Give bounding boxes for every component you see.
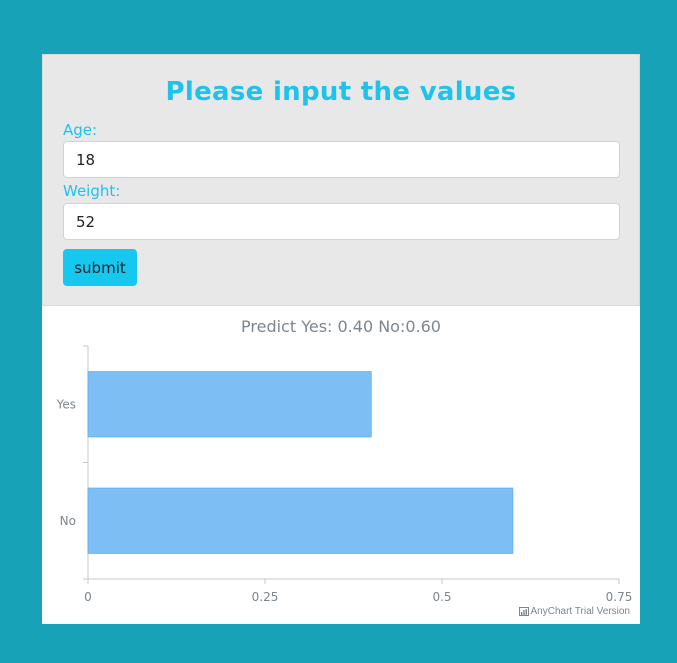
x-tick-label: 0.5	[432, 590, 451, 604]
y-tick-label-yes: Yes	[56, 397, 76, 411]
weight-input[interactable]	[63, 203, 620, 240]
input-form-card: Please input the values Age: Weight: sub…	[42, 54, 640, 306]
x-tick-label: 0.75	[606, 590, 633, 604]
prediction-chart: Predict Yes: 0.40 No:0.60 Yes No 0 0.25 0.5 0…	[42, 306, 640, 624]
bar-no	[87, 487, 514, 554]
bar-yes	[87, 371, 372, 438]
weight-label: Weight:	[63, 182, 121, 200]
age-label: Age:	[63, 121, 98, 139]
form-title: Please input the values	[165, 77, 517, 107]
watermark-text: AnyChart Trial Version	[530, 606, 631, 617]
bar-chart-icon	[518, 607, 529, 616]
y-tick-label-no: No	[60, 514, 76, 528]
bar-chart: Yes No 0 0.25 0.5 0.75	[56, 345, 633, 604]
x-tick-label: 0	[84, 590, 92, 604]
submit-button[interactable]: submit	[63, 249, 137, 286]
x-tick-label: 0.25	[252, 590, 279, 604]
age-input[interactable]	[63, 141, 620, 178]
watermark: AnyChart Trial Version	[518, 606, 631, 617]
